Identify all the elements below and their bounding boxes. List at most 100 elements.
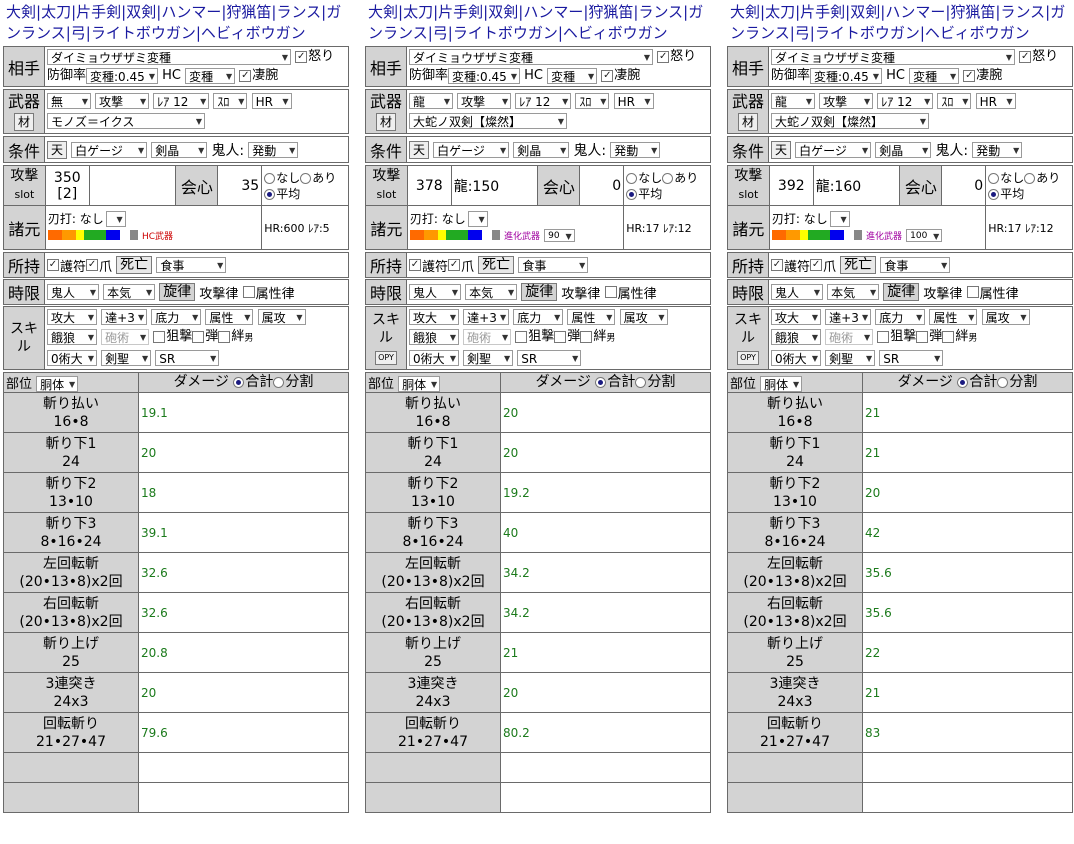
part-select[interactable]: 胴体 (760, 376, 803, 393)
elem-melody-checkbox[interactable] (242, 286, 255, 298)
copy-button[interactable]: OPY (737, 350, 759, 365)
crit-none-radio[interactable] (264, 172, 276, 184)
nav-link-6[interactable]: ランス (638, 3, 683, 21)
nav-link-10[interactable]: ヘビィボウガン (563, 24, 668, 42)
skill3-select-0[interactable]: 0術大 (47, 350, 97, 367)
sniper-checkbox[interactable] (153, 331, 166, 343)
weapon-name-select[interactable]: 大蛇ノ双剣【燦然】 (771, 113, 929, 130)
kijin-select[interactable]: 発動 (248, 141, 299, 159)
nav-link-5[interactable]: 狩猟笛 (588, 3, 633, 21)
kijin-buff-select[interactable]: 鬼人 (47, 284, 99, 301)
skill3-select-0[interactable]: 0術大 (771, 350, 821, 367)
slot-select[interactable]: ｽﾛ (213, 93, 248, 110)
sharpness-select[interactable] (105, 211, 126, 228)
skill-select-3[interactable]: 属性 (567, 308, 616, 326)
food-select[interactable]: 食事 (518, 257, 589, 274)
total-radio[interactable] (595, 376, 607, 388)
nav-link-8[interactable]: 弓 (433, 24, 448, 42)
monster-select[interactable]: ダイミョウザザミ変種 (47, 49, 291, 66)
skill3-select-2[interactable]: SR (155, 350, 220, 367)
kijin-buff-select[interactable]: 鬼人 (409, 284, 461, 301)
hr-select[interactable]: HR (251, 93, 292, 110)
crit-yes-radio[interactable] (1024, 172, 1036, 184)
skill3-select-1[interactable]: 剣聖 (101, 350, 152, 367)
bullet-checkbox[interactable] (554, 331, 567, 343)
skill-select-1[interactable]: 達+3 (825, 308, 872, 326)
crit-average-radio[interactable] (988, 188, 1000, 200)
skill2-select-0[interactable]: 餓狼 (47, 329, 97, 346)
weapon-element-select[interactable]: 無 (47, 93, 91, 110)
nav-link-4[interactable]: ハンマー (161, 3, 221, 21)
evolution-select[interactable]: 90 (544, 228, 575, 243)
slot-select[interactable]: ｽﾛ (937, 93, 972, 110)
material-button[interactable]: 材 (737, 113, 758, 131)
weapon-type-select[interactable]: 攻撃 (819, 93, 874, 110)
nav-link-5[interactable]: 狩猟笛 (950, 3, 995, 21)
nav-link-0[interactable]: 大剣 (730, 3, 760, 21)
skill-select-1[interactable]: 達+3 (463, 308, 510, 326)
skill-select-2[interactable]: 底力 (875, 308, 926, 326)
crit-none-radio[interactable] (626, 172, 638, 184)
skill-select-4[interactable]: 属攻 (981, 308, 1030, 326)
food-select[interactable]: 食事 (880, 257, 951, 274)
talisman-checkbox[interactable]: ✓ (47, 259, 59, 271)
bond-checkbox[interactable] (218, 331, 231, 343)
nav-link-3[interactable]: 双剣 (126, 3, 156, 21)
weapon-name-select[interactable]: 大蛇ノ双剣【燦然】 (409, 113, 567, 130)
nav-link-6[interactable]: ランス (276, 3, 321, 21)
split-radio[interactable] (997, 376, 1009, 388)
nav-link-0[interactable]: 大剣 (6, 3, 36, 21)
hr-select[interactable]: HR (613, 93, 654, 110)
food-select[interactable]: 食事 (156, 257, 227, 274)
ten-button[interactable]: 天 (47, 140, 68, 159)
weapon-type-select[interactable]: 攻撃 (95, 93, 150, 110)
monster-select[interactable]: ダイミョウザザミ変種 (409, 49, 653, 66)
shigai-button[interactable]: 死亡 (478, 256, 515, 274)
skill-select-2[interactable]: 底力 (151, 308, 202, 326)
shigai-button[interactable]: 死亡 (116, 256, 153, 274)
defense-rate-select[interactable]: 変種:0.45 (810, 67, 883, 85)
sharpness-select[interactable] (467, 211, 488, 228)
sword-crystal-select[interactable]: 剣晶 (875, 141, 932, 159)
hc-select[interactable]: 変種 (909, 67, 960, 85)
weapon-name-select[interactable]: モノズ＝イクス (47, 113, 205, 130)
nav-link-0[interactable]: 大剣 (368, 3, 398, 21)
honki-select[interactable]: 本気 (103, 284, 156, 301)
weapon-element-select[interactable]: 龍 (771, 93, 815, 110)
weak-arm-checkbox[interactable]: ✓ (239, 69, 252, 82)
nav-link-9[interactable]: ライトボウガン (815, 24, 920, 42)
melody-button[interactable]: 旋律 (159, 283, 196, 301)
material-button[interactable]: 材 (13, 113, 34, 131)
ten-button[interactable]: 天 (771, 140, 792, 159)
weapon-type-select[interactable]: 攻撃 (457, 93, 512, 110)
evolution-select[interactable]: 100 (906, 228, 943, 243)
sniper-checkbox[interactable] (877, 331, 890, 343)
skill3-select-1[interactable]: 剣聖 (825, 350, 876, 367)
sword-crystal-select[interactable]: 剣晶 (151, 141, 208, 159)
weak-arm-checkbox[interactable]: ✓ (963, 69, 976, 82)
skill-select-0[interactable]: 攻大 (47, 308, 97, 326)
hc-select[interactable]: 変種 (547, 67, 598, 85)
kijin-buff-select[interactable]: 鬼人 (771, 284, 823, 301)
nav-link-5[interactable]: 狩猟笛 (226, 3, 271, 21)
honki-select[interactable]: 本気 (827, 284, 880, 301)
anger-checkbox[interactable]: ✓ (1019, 51, 1032, 63)
skill-select-4[interactable]: 属攻 (257, 308, 306, 326)
skill2-select-1[interactable]: 砲術 (101, 329, 150, 346)
skill-select-4[interactable]: 属攻 (619, 308, 668, 326)
part-select[interactable]: 胴体 (36, 376, 79, 393)
skill3-select-2[interactable]: SR (879, 350, 944, 367)
sword-crystal-select[interactable]: 剣晶 (513, 141, 570, 159)
slot-select[interactable]: ｽﾛ (575, 93, 610, 110)
skill-select-3[interactable]: 属性 (929, 308, 978, 326)
nav-link-1[interactable]: 太刀 (403, 3, 433, 21)
weapon-element-select[interactable]: 龍 (409, 93, 453, 110)
crit-none-radio[interactable] (988, 172, 1000, 184)
skill-select-3[interactable]: 属性 (205, 308, 254, 326)
bond-checkbox[interactable] (942, 331, 955, 343)
claw-checkbox[interactable]: ✓ (86, 259, 99, 271)
material-button[interactable]: 材 (375, 113, 396, 131)
claw-checkbox[interactable]: ✓ (448, 259, 461, 271)
gauge-select[interactable]: 白ゲージ (71, 141, 148, 159)
nav-link-1[interactable]: 太刀 (765, 3, 795, 21)
